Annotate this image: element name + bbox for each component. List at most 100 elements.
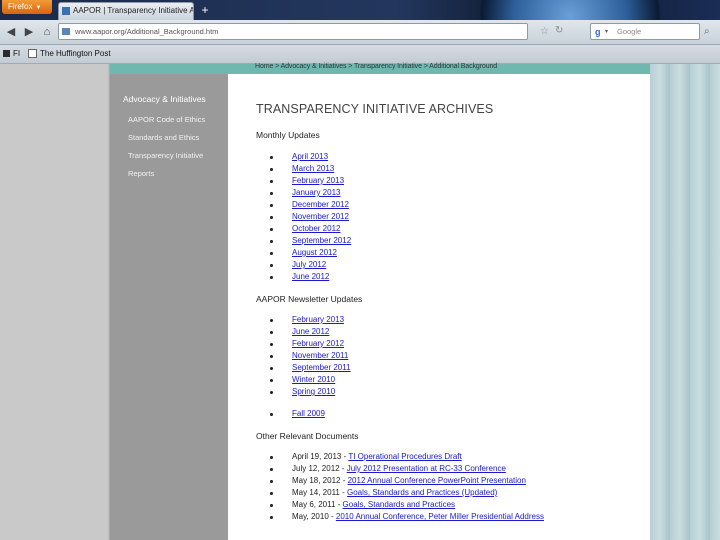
bookmark-star-icon[interactable]: ☆ bbox=[540, 26, 549, 37]
sidebar-item-reports[interactable]: Reports bbox=[128, 169, 154, 178]
archive-link[interactable]: October 2012 bbox=[292, 223, 340, 235]
breadcrumb[interactable]: Home > Advocacy & Initiatives > Transpar… bbox=[255, 63, 497, 70]
bullet-icon bbox=[270, 204, 273, 207]
bullet-icon bbox=[270, 228, 273, 231]
back-arrow-icon[interactable]: ◀ bbox=[4, 25, 18, 39]
bullet-icon bbox=[270, 252, 273, 255]
bookmark-label: FI bbox=[13, 49, 21, 58]
document-link[interactable]: Goals, Standards and Practices (Updated) bbox=[347, 488, 497, 497]
new-tab-button[interactable]: + bbox=[198, 3, 212, 17]
bookmark-favicon-icon bbox=[28, 49, 37, 59]
url-text: www.aapor.org/Additional_Background.htm bbox=[75, 27, 219, 36]
sidebar-item-code-of-ethics[interactable]: AAPOR Code of Ethics bbox=[128, 115, 205, 124]
firefox-button-label: Firefox bbox=[8, 2, 33, 11]
page-title: TRANSPARENCY INITIATIVE ARCHIVES bbox=[256, 102, 494, 116]
sidebar-heading[interactable]: Advocacy & Initiatives bbox=[123, 94, 206, 104]
bullet-icon bbox=[270, 456, 273, 459]
document-link[interactable]: Goals, Standards and Practices bbox=[343, 500, 456, 509]
document-date: July 12, 2012 - bbox=[292, 464, 347, 473]
bullet-icon bbox=[270, 319, 273, 322]
search-icon[interactable]: ⌕ bbox=[704, 26, 710, 37]
chevron-down-icon: ▼ bbox=[35, 5, 42, 11]
document-link[interactable]: 2010 Annual Conference, Peter Miller Pre… bbox=[336, 512, 544, 521]
document-entry: May, 2010 - 2010 Annual Conference, Pete… bbox=[292, 511, 544, 523]
bookmark-favicon-icon bbox=[3, 50, 10, 58]
bullet-icon bbox=[270, 355, 273, 358]
archive-link[interactable]: September 2012 bbox=[292, 235, 351, 247]
bookmarks-toolbar: FI The Huffington Post bbox=[0, 45, 720, 64]
archive-link[interactable]: June 2012 bbox=[292, 326, 329, 338]
document-link[interactable]: TI Operational Procedures Draft bbox=[348, 452, 461, 461]
archive-link[interactable]: April 2013 bbox=[292, 151, 328, 163]
bullet-icon bbox=[270, 168, 273, 171]
forward-arrow-icon[interactable]: ▶ bbox=[22, 25, 36, 39]
section-heading-newsletter-updates: AAPOR Newsletter Updates bbox=[256, 294, 363, 304]
archive-link[interactable]: Spring 2010 bbox=[292, 386, 335, 398]
bullet-icon bbox=[270, 156, 273, 159]
document-link[interactable]: 2012 Annual Conference PowerPoint Presen… bbox=[348, 476, 526, 485]
archive-link[interactable]: Fall 2009 bbox=[292, 408, 325, 420]
document-entry: July 12, 2012 - July 2012 Presentation a… bbox=[292, 463, 506, 475]
bullet-icon bbox=[270, 216, 273, 219]
bookmark-item-fi[interactable]: FI bbox=[3, 45, 20, 63]
document-date: May 18, 2012 - bbox=[292, 476, 348, 485]
archive-link[interactable]: June 2012 bbox=[292, 271, 329, 283]
document-date: May, 2010 - bbox=[292, 512, 336, 521]
navigation-toolbar: ◀ ▶ ⌂ www.aapor.org/Additional_Backgroun… bbox=[0, 20, 720, 45]
bullet-icon bbox=[270, 264, 273, 267]
tab-title: AAPOR | Transparency Initiative Archives bbox=[73, 6, 193, 15]
reload-icon[interactable]: ↻ bbox=[555, 25, 563, 36]
bullet-icon bbox=[270, 379, 273, 382]
google-search-engine-icon[interactable]: g bbox=[595, 25, 601, 40]
sidebar-item-transparency-initiative[interactable]: Transparency Initiative bbox=[128, 151, 203, 160]
site-favicon-icon bbox=[62, 7, 70, 15]
bullet-icon bbox=[270, 331, 273, 334]
bullet-icon bbox=[270, 343, 273, 346]
browser-tab[interactable]: AAPOR | Transparency Initiative Archives bbox=[58, 2, 194, 20]
document-link[interactable]: July 2012 Presentation at RC-33 Conferen… bbox=[347, 464, 506, 473]
main-content: TRANSPARENCY INITIATIVE ARCHIVES Monthly… bbox=[228, 74, 650, 540]
bullet-icon bbox=[270, 516, 273, 519]
sidebar: Advocacy & Initiatives AAPOR Code of Eth… bbox=[110, 74, 228, 540]
home-icon[interactable]: ⌂ bbox=[40, 25, 54, 39]
archive-link[interactable]: February 2013 bbox=[292, 314, 344, 326]
url-bar[interactable]: www.aapor.org/Additional_Background.htm bbox=[58, 23, 528, 40]
archive-link[interactable]: September 2011 bbox=[292, 362, 351, 374]
bullet-icon bbox=[270, 367, 273, 370]
archive-link[interactable]: November 2011 bbox=[292, 350, 348, 362]
bullet-icon bbox=[270, 480, 273, 483]
archive-link[interactable]: March 2013 bbox=[292, 163, 334, 175]
sidebar-item-standards-and-ethics[interactable]: Standards and Ethics bbox=[128, 133, 199, 142]
archive-link[interactable]: August 2012 bbox=[292, 247, 337, 259]
bullet-icon bbox=[270, 504, 273, 507]
archive-link[interactable]: December 2012 bbox=[292, 199, 349, 211]
section-heading-other-documents: Other Relevant Documents bbox=[256, 431, 359, 441]
bullet-icon bbox=[270, 391, 273, 394]
bullet-icon bbox=[270, 240, 273, 243]
bullet-icon bbox=[270, 192, 273, 195]
archive-link[interactable]: November 2012 bbox=[292, 211, 349, 223]
archive-link[interactable]: Winter 2010 bbox=[292, 374, 335, 386]
site-identity-icon bbox=[62, 28, 70, 35]
archive-link[interactable]: July 2012 bbox=[292, 259, 326, 271]
page-decoration-right bbox=[650, 64, 720, 540]
bullet-icon bbox=[270, 413, 273, 416]
document-date: May 6, 2011 - bbox=[292, 500, 343, 509]
firefox-menu-button[interactable]: Firefox ▼ bbox=[2, 0, 52, 14]
bullet-icon bbox=[270, 180, 273, 183]
bullet-icon bbox=[270, 276, 273, 279]
search-input[interactable]: g ▾ Google bbox=[590, 23, 700, 40]
document-date: April 19, 2013 - bbox=[292, 452, 349, 461]
bookmark-item-huffington-post[interactable]: The Huffington Post bbox=[28, 45, 111, 63]
document-entry: May 18, 2012 - 2012 Annual Conference Po… bbox=[292, 475, 526, 487]
archive-link[interactable]: February 2012 bbox=[292, 338, 344, 350]
bullet-icon bbox=[270, 492, 273, 495]
document-date: May 14, 2011 - bbox=[292, 488, 347, 497]
archive-link[interactable]: January 2013 bbox=[292, 187, 340, 199]
archive-link[interactable]: February 2013 bbox=[292, 175, 344, 187]
bookmark-label: The Huffington Post bbox=[40, 49, 111, 58]
search-placeholder: Google bbox=[617, 27, 642, 36]
browser-titlebar: Firefox ▼ AAPOR | Transparency Initiative… bbox=[0, 0, 720, 20]
chevron-down-icon: ▾ bbox=[605, 29, 609, 35]
document-entry: May 14, 2011 - Goals, Standards and Prac… bbox=[292, 487, 497, 499]
